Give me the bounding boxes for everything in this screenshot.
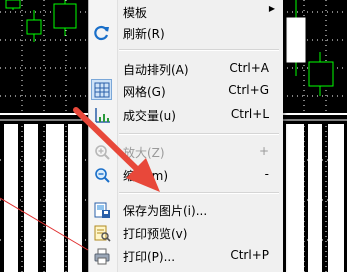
menu-item-shortcut: +: [258, 144, 269, 158]
save-image-icon: [94, 202, 110, 218]
menu-item-shortcut: Ctrl+P: [230, 248, 269, 262]
print-preview-icon: [94, 225, 111, 242]
zoom-in-icon: [95, 145, 110, 160]
menu-item-label: 成交量(u): [123, 109, 176, 123]
menu-item-print-preview[interactable]: 打印预览(v): [89, 221, 283, 245]
menu-item-label: 放大(Z): [123, 146, 165, 160]
menu-item-grid[interactable]: 网格(G) Ctrl+G: [89, 79, 283, 103]
menu-separator: [119, 192, 279, 194]
zoom-out-icon: [95, 168, 110, 183]
menu-item-auto-arrange[interactable]: 自动排列(A) Ctrl+A: [89, 57, 283, 81]
grid-icon: [94, 82, 110, 98]
submenu-arrow-icon: ▶: [268, 4, 275, 13]
menu-item-label: 缩小(m): [123, 169, 169, 183]
menu-item-label: 刷新(R): [123, 27, 165, 41]
context-menu: 模板 ▶ 刷新(R) 自动排列(A) Ctrl+A 网格(G) Ctrl+G 成…: [88, 0, 283, 272]
menu-item-zoom-in[interactable]: 放大(Z) +: [89, 140, 283, 164]
menu-separator: [119, 133, 279, 135]
menu-item-zoom-out[interactable]: 缩小(m) -: [89, 163, 283, 187]
menu-item-label: 自动排列(A): [123, 63, 189, 77]
menu-item-shortcut: -: [264, 167, 269, 181]
menu-item-label: 打印预览(v): [123, 227, 188, 241]
menu-item-shortcut: Ctrl+A: [229, 61, 269, 75]
volume-icon: [95, 108, 110, 123]
menu-item-label: 模板: [123, 6, 148, 20]
menu-item-volume[interactable]: 成交量(u) Ctrl+L: [89, 103, 283, 127]
menu-item-label: 保存为图片(i)...: [123, 204, 208, 218]
menu-item-shortcut: Ctrl+G: [228, 83, 269, 97]
menu-item-print[interactable]: 打印(P)... Ctrl+P: [89, 244, 283, 268]
menu-item-refresh[interactable]: 刷新(R): [89, 21, 283, 45]
menu-item-label: 打印(P)...: [123, 250, 176, 264]
menu-item-label: 网格(G): [123, 85, 166, 99]
menu-separator: [119, 49, 279, 51]
printer-icon: [94, 248, 110, 265]
menu-item-shortcut: Ctrl+L: [230, 107, 269, 121]
refresh-icon: [94, 25, 109, 41]
menu-item-save-as-image[interactable]: 保存为图片(i)...: [89, 198, 283, 222]
